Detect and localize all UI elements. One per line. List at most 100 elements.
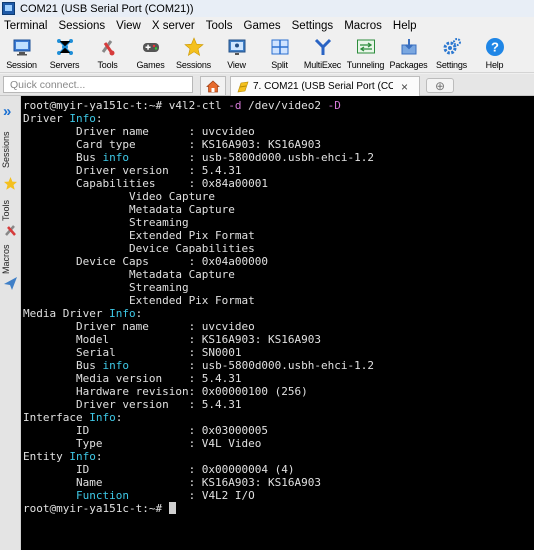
session-icon	[13, 39, 30, 56]
output-line: Extended Pix Format	[23, 294, 534, 307]
terminal-text: -D	[327, 99, 341, 112]
send-icon	[4, 277, 17, 290]
gear-icon	[443, 38, 461, 55]
terminal-text: Device Caps : 0x04a00000	[23, 255, 269, 268]
terminal-text: Metadata Capture	[23, 268, 235, 281]
output-line: Video Capture	[23, 190, 534, 203]
packages-icon	[401, 39, 416, 55]
servers-button[interactable]: Servers	[43, 35, 86, 72]
output-line: Extended Pix Format	[23, 229, 534, 242]
terminal-text: :	[95, 450, 103, 463]
output-line: Name : KS16A903: KS16A903	[23, 476, 534, 489]
terminal-text: /dev/video2	[241, 99, 328, 112]
terminal-text: root@myir-ya151c-t:~#	[23, 502, 169, 515]
output-line: Device Capabilities	[23, 242, 534, 255]
output-line: ID : 0x03000005	[23, 424, 534, 437]
menu-x-server[interactable]: X server	[152, 20, 195, 32]
terminal-text: Driver version : 5.4.31	[23, 398, 242, 411]
terminal-text: Info	[109, 307, 136, 320]
terminal-text: Info	[69, 450, 96, 463]
terminal-text: Bus	[23, 151, 103, 164]
terminal-text: Interface	[23, 411, 90, 424]
terminal-text: Type : V4L Video	[23, 437, 262, 450]
terminal-text: Extended Pix Format	[23, 294, 255, 307]
output-line: Driver version : 5.4.31	[23, 164, 534, 177]
output-line: Capabilities : 0x84a00001	[23, 177, 534, 190]
tab-bar: Quick connect... 7. COM21 (USB Serial Po…	[0, 74, 534, 96]
menu-terminal[interactable]: Terminal	[4, 20, 47, 32]
menu-tools[interactable]: Tools	[206, 20, 233, 32]
double-chevron-right-icon[interactable]: »	[3, 103, 11, 120]
menu-help[interactable]: Help	[393, 20, 417, 32]
terminal-text: ID : 0x00000004 (4)	[23, 463, 295, 476]
output-line: Serial : SN0001	[23, 346, 534, 359]
output-line: Interface Info:	[23, 411, 534, 424]
terminal-text: Function	[75, 489, 129, 502]
output-line: Type : V4L Video	[23, 437, 534, 450]
sidebar-tab-tools[interactable]: Tools	[1, 194, 19, 226]
tunneling-icon	[356, 39, 375, 54]
settings-button[interactable]: Settings	[430, 35, 473, 72]
split-button[interactable]: Split	[258, 35, 301, 72]
tools-icon	[5, 225, 16, 236]
terminal-text: Extended Pix Format	[23, 229, 255, 242]
terminal-text: :	[95, 112, 103, 125]
output-line: ID : 0x00000004 (4)	[23, 463, 534, 476]
menu-bar: Terminal Sessions View X server Tools Ga…	[0, 17, 534, 35]
menu-view[interactable]: View	[116, 20, 141, 32]
terminal-output[interactable]: root@myir-ya151c-t:~# v4l2-ctl -d /dev/v…	[21, 96, 534, 550]
close-icon[interactable]: ×	[401, 80, 408, 94]
terminal-text: Driver name : uvcvideo	[23, 125, 255, 138]
menu-sessions[interactable]: Sessions	[58, 20, 105, 32]
terminal-text: Name : KS16A903: KS16A903	[23, 476, 322, 489]
multiexec-button[interactable]: MultiExec	[301, 35, 344, 72]
output-line: Streaming	[23, 281, 534, 294]
sidebar-tab-macros[interactable]: Macros	[1, 240, 19, 278]
terminal-text: Driver name : uvcvideo	[23, 320, 255, 333]
view-icon	[228, 39, 245, 55]
view-button[interactable]: View	[215, 35, 258, 72]
sessions-button[interactable]: Sessions	[172, 35, 215, 72]
menu-games[interactable]: Games	[244, 20, 281, 32]
games-button[interactable]: Games	[129, 35, 172, 72]
serial-icon	[237, 81, 249, 92]
output-line: Metadata Capture	[23, 203, 534, 216]
terminal-cursor	[168, 502, 176, 514]
output-line: Media version : 5.4.31	[23, 372, 534, 385]
tools-button[interactable]: Tools	[86, 35, 129, 72]
tunneling-button[interactable]: Tunneling	[344, 35, 387, 72]
packages-button[interactable]: Packages	[387, 35, 430, 72]
output-line: Bus info : usb-5800d000.usbh-ehci-1.2	[23, 359, 534, 372]
terminal-text: : usb-5800d000.usbh-ehci-1.2	[128, 359, 375, 372]
output-line: Media Driver Info:	[23, 307, 534, 320]
terminal-text: : V4L2 I/O	[128, 489, 255, 502]
terminal-text: Media Driver	[23, 307, 110, 320]
left-sidebar: » Sessions Tools Macros	[0, 96, 21, 550]
new-tab-button[interactable]: ⊕	[426, 78, 454, 93]
quick-connect-input[interactable]: Quick connect...	[3, 76, 193, 93]
help-button[interactable]: ? Help	[473, 35, 516, 72]
tab-com21[interactable]: 7. COM21 (USB Serial Port (COM21)) ×	[230, 76, 420, 96]
sidebar-tab-sessions[interactable]: Sessions	[1, 126, 19, 174]
terminal-text: Video Capture	[23, 190, 216, 203]
title-bar: COM21 (USB Serial Port (COM21))	[0, 0, 534, 17]
terminal-text: -d	[228, 99, 242, 112]
split-icon	[271, 39, 288, 55]
menu-macros[interactable]: Macros	[344, 20, 382, 32]
terminal-text: Info	[89, 411, 116, 424]
terminal-text: info	[102, 359, 129, 372]
terminal-text: :	[115, 411, 123, 424]
mobaxterm-app-icon	[2, 2, 15, 15]
menu-settings[interactable]: Settings	[292, 20, 334, 32]
home-tab[interactable]	[200, 76, 226, 95]
output-line: Driver name : uvcvideo	[23, 125, 534, 138]
output-line: Device Caps : 0x04a00000	[23, 255, 534, 268]
terminal-text: :	[135, 307, 143, 320]
terminal-text: : usb-5800d000.usbh-ehci-1.2	[128, 151, 375, 164]
plus-icon: ⊕	[434, 78, 446, 93]
output-line: Driver Info:	[23, 112, 534, 125]
output-line: Bus info : usb-5800d000.usbh-ehci-1.2	[23, 151, 534, 164]
session-button[interactable]: Session	[0, 35, 43, 72]
terminal-text: Driver version : 5.4.31	[23, 164, 242, 177]
